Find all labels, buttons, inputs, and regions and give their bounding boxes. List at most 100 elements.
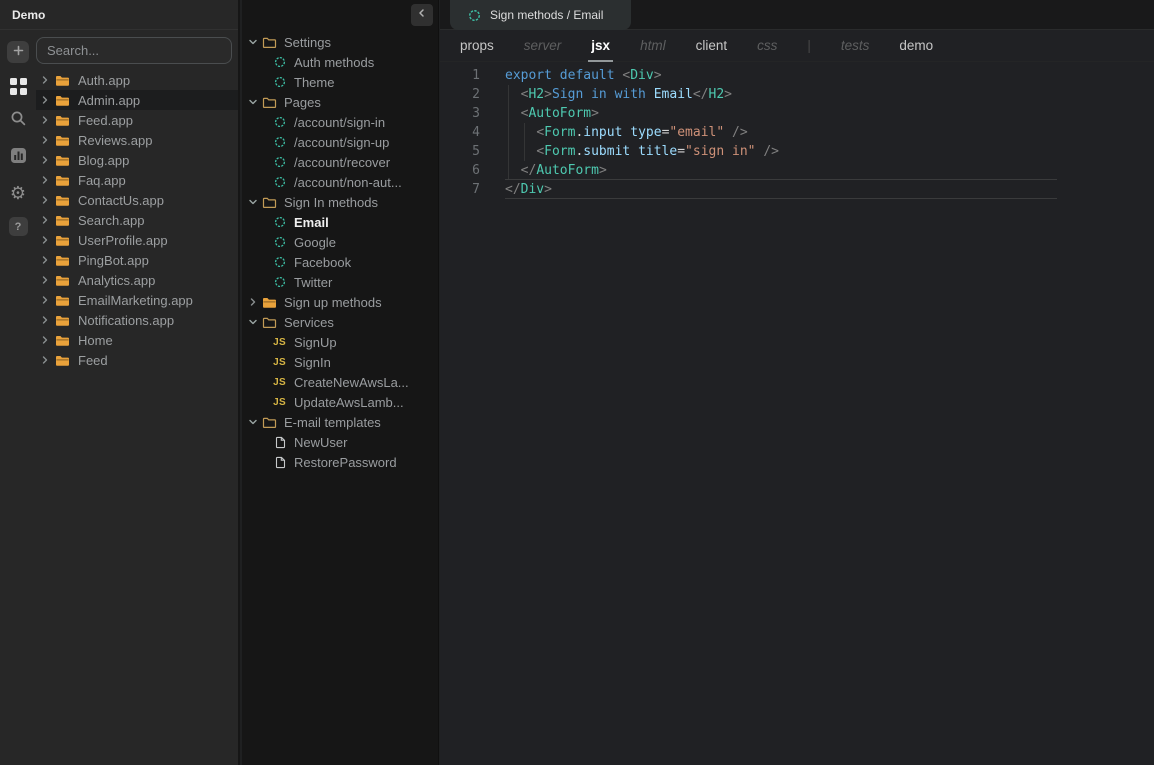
open-file-tab[interactable]: Sign methods / Email — [450, 0, 631, 30]
tree-item-sign-in-methods[interactable]: Sign In methods — [242, 192, 438, 212]
circle-icon — [272, 256, 287, 268]
tab-client[interactable]: client — [696, 38, 728, 53]
code-token: > — [599, 163, 607, 178]
code-token: > — [544, 87, 552, 102]
app-item-admin-app[interactable]: Admin.app — [36, 90, 238, 110]
tree-item-account-recover[interactable]: /account/recover — [242, 152, 438, 172]
tree-item-restorepassword[interactable]: RestorePassword — [242, 452, 438, 472]
tab-demo[interactable]: demo — [899, 38, 933, 53]
search-input[interactable] — [36, 37, 232, 64]
code-token — [505, 163, 521, 178]
app-item-pingbot-app[interactable]: PingBot.app — [36, 250, 238, 270]
folder-icon — [55, 94, 70, 107]
tab-tests[interactable]: tests — [841, 38, 870, 53]
search-icon[interactable] — [10, 110, 27, 132]
js-icon: JS — [273, 337, 286, 348]
code-line: 3 <AutoForm> — [440, 104, 1154, 123]
chevron-right-icon — [40, 235, 50, 245]
tree-item-settings[interactable]: Settings — [242, 32, 438, 52]
help-icon[interactable]: ? — [9, 217, 28, 236]
folder-outline-icon — [262, 36, 277, 49]
tree-item-updateawslamb[interactable]: JSUpdateAwsLamb... — [242, 392, 438, 412]
app-item-feed[interactable]: Feed — [36, 350, 238, 370]
circle-icon — [272, 56, 287, 68]
stats-icon[interactable] — [10, 147, 27, 169]
tree-item-signup[interactable]: JS SignUp — [242, 332, 438, 352]
code-line: 7</Div> — [440, 180, 1154, 199]
tree-item-newuser[interactable]: NewUser — [242, 432, 438, 452]
tree-item-services[interactable]: Services — [242, 312, 438, 332]
tree-item-auth-methods[interactable]: Auth methods — [242, 52, 438, 72]
tree-item-email[interactable]: Email — [242, 212, 438, 232]
collapse-panel-button[interactable] — [411, 4, 433, 26]
code-token: > — [544, 182, 552, 197]
app-item-analytics-app[interactable]: Analytics.app — [36, 270, 238, 290]
tree-item-label: Email — [294, 215, 329, 230]
tree-item-label: Services — [284, 315, 334, 330]
tree-item-account-sign-up[interactable]: /account/sign-up — [242, 132, 438, 152]
app-item-faq-app[interactable]: Faq.app — [36, 170, 238, 190]
folder-icon — [55, 354, 70, 367]
tree-item-label: Auth methods — [294, 55, 374, 70]
chevron-right-icon — [40, 215, 50, 225]
code-editor[interactable]: 1export default <Div>2 <H2>Sign in with … — [440, 62, 1154, 199]
code-token: > — [654, 68, 662, 83]
code-token — [505, 144, 536, 159]
app-item-emailmarketing-app[interactable]: EmailMarketing.app — [36, 290, 238, 310]
gear-icon[interactable]: ⚙ — [10, 184, 26, 202]
app-item-userprofile-app[interactable]: UserProfile.app — [36, 230, 238, 250]
tree-item-label: /account/non-aut... — [294, 175, 402, 190]
chevron-right-icon — [40, 195, 50, 205]
tree-item-google[interactable]: Google — [242, 232, 438, 252]
chevron-right-icon — [40, 135, 50, 145]
tree-item-theme[interactable]: Theme — [242, 72, 438, 92]
folder-outline-icon — [262, 196, 277, 209]
app-item-auth-app[interactable]: Auth.app — [36, 70, 238, 90]
code-text: <H2>Sign in with Email</H2> — [505, 85, 732, 104]
tree-item-sign-up-methods[interactable]: Sign up methods — [242, 292, 438, 312]
tab-css[interactable]: css — [757, 38, 777, 53]
app-item-home[interactable]: Home — [36, 330, 238, 350]
chevron-down-icon — [248, 197, 258, 207]
folder-icon — [55, 114, 70, 127]
tab-props[interactable]: props — [460, 38, 494, 53]
tree-item-label: Google — [294, 235, 336, 250]
tree-item-account-non-aut[interactable]: /account/non-aut... — [242, 172, 438, 192]
code-text: </AutoForm> — [505, 161, 607, 180]
code-token: < — [536, 144, 544, 159]
tree-item-facebook[interactable]: Facebook — [242, 252, 438, 272]
app-item-feed-app[interactable]: Feed.app — [36, 110, 238, 130]
tab-jsx[interactable]: jsx — [591, 38, 610, 53]
tree-item-e-mail-templates[interactable]: E-mail templates — [242, 412, 438, 432]
app-item-notifications-app[interactable]: Notifications.app — [36, 310, 238, 330]
chevron-right-icon — [40, 295, 50, 305]
tab-html[interactable]: html — [640, 38, 666, 53]
app-item-blog-app[interactable]: Blog.app — [36, 150, 238, 170]
code-token: type — [630, 125, 661, 140]
folder-icon — [55, 334, 70, 347]
folder-icon — [55, 154, 70, 167]
folder-icon — [55, 74, 70, 87]
folder-icon — [55, 274, 70, 287]
code-token: > — [724, 87, 732, 102]
tree-item-createnewawsla[interactable]: JSCreateNewAwsLa... — [242, 372, 438, 392]
js-icon: JS — [272, 397, 287, 408]
chevron-left-icon — [416, 6, 428, 24]
app-item-contactus-app[interactable]: ContactUs.app — [36, 190, 238, 210]
tree-item-signin[interactable]: JSSignIn — [242, 352, 438, 372]
workspace-title: Demo — [12, 8, 45, 22]
folder-icon — [55, 294, 70, 307]
tree-item-label: SignUp — [294, 335, 337, 350]
line-number: 1 — [440, 66, 480, 85]
tree-item-account-sign-in[interactable]: /account/sign-in — [242, 112, 438, 132]
apps-grid-icon[interactable] — [10, 78, 27, 95]
tree-item-twitter[interactable]: Twitter — [242, 272, 438, 292]
file-icon — [272, 456, 287, 469]
tab-server[interactable]: server — [524, 38, 562, 53]
app-item-reviews-app[interactable]: Reviews.app — [36, 130, 238, 150]
code-token — [505, 106, 521, 121]
chevron-down-icon — [248, 37, 258, 47]
add-button[interactable] — [7, 41, 29, 63]
tree-item-pages[interactable]: Pages — [242, 92, 438, 112]
app-item-search-app[interactable]: Search.app — [36, 210, 238, 230]
